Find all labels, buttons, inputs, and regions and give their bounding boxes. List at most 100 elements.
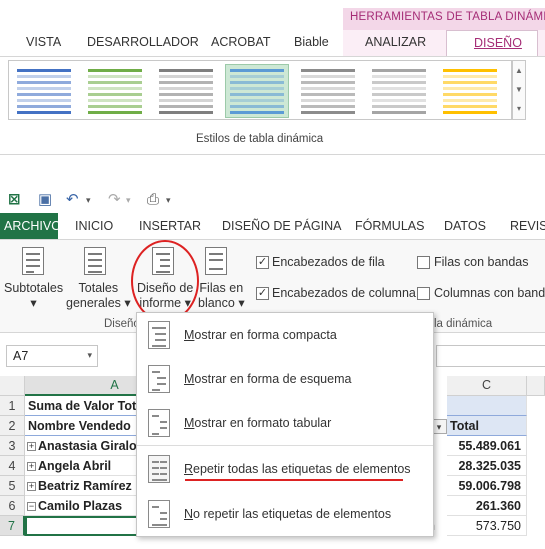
tab-biable[interactable]: Biable <box>294 35 329 49</box>
tab-insertar[interactable]: INSERTAR <box>139 219 201 233</box>
swatch-stripe <box>443 99 497 102</box>
columnas-banda-checkbox[interactable] <box>417 287 430 300</box>
cell-c3[interactable]: 55.489.061 <box>447 436 527 456</box>
swatch-stripe <box>159 105 213 108</box>
cell-c6[interactable]: 261.360 <box>447 496 527 516</box>
pivot-style-swatch[interactable] <box>13 65 75 117</box>
swatch-stripe <box>372 105 426 108</box>
swatch-stripe <box>301 99 355 102</box>
cell-a4-text: Angela Abril <box>38 459 112 473</box>
cell-c5[interactable]: 59.006.798 <box>447 476 527 496</box>
expand-icon[interactable]: + <box>27 462 36 471</box>
highlight-underline <box>185 479 403 481</box>
cell-c4[interactable]: 28.325.035 <box>447 456 527 476</box>
tab-archivo[interactable]: ARCHIVO <box>0 213 61 239</box>
expand-icon[interactable]: + <box>27 482 36 491</box>
row-number[interactable]: 7 <box>0 516 25 536</box>
encabezados-fila-checkbox[interactable]: ✓ <box>256 256 269 269</box>
tab-diseno-pagina[interactable]: DISEÑO DE PÁGINA <box>222 219 341 233</box>
menu-item-label: Mostrar en forma compacta <box>184 328 337 342</box>
menu-item-repeat-labels[interactable]: Repetir todas las etiquetas de elementos <box>137 449 433 489</box>
menu-separator <box>137 445 433 446</box>
tab-revisar[interactable]: REVISA <box>510 219 545 233</box>
swatch-stripe <box>372 93 426 96</box>
collapse-icon[interactable]: − <box>27 502 36 511</box>
menu-item-outline-form[interactable]: Mostrar en forma de esquema <box>137 359 433 399</box>
row-number[interactable]: 5 <box>0 476 25 496</box>
formula-bar[interactable] <box>436 345 545 367</box>
highlight-ellipse <box>131 240 199 322</box>
pivot-style-gallery[interactable] <box>8 60 512 120</box>
swatch-stripe <box>159 69 213 72</box>
chevron-down-icon[interactable]: ▾ <box>87 350 92 361</box>
pivot-style-swatch[interactable] <box>439 65 501 117</box>
cell-c2[interactable]: Total <box>447 416 527 436</box>
swatch-stripe <box>230 93 284 96</box>
column-header-c[interactable]: C <box>447 376 527 396</box>
menu-item-text: o repetir las etiquetas de elementos <box>193 507 392 521</box>
pivot-style-swatch[interactable] <box>155 65 217 117</box>
gallery-scroll-buttons[interactable]: ▲ ▼ ▾ <box>512 60 526 120</box>
cell-c1[interactable] <box>447 396 527 416</box>
subtotales-button[interactable]: Subtotales ▾ <box>4 281 63 311</box>
pivot-style-swatch[interactable] <box>297 65 359 117</box>
row-number[interactable]: 1 <box>0 396 25 416</box>
filas-en-blanco-button[interactable]: Filas en blanco ▾ <box>198 281 245 311</box>
menu-item-tabular-form[interactable]: Mostrar en formato tabular <box>137 403 433 443</box>
pivot-style-swatch[interactable] <box>84 65 146 117</box>
menu-item-label: No repetir las etiquetas de elementos <box>184 507 391 521</box>
quick-access-toolbar: ⊠ ▣ ↶ ▾ ↷ ▾ ⎙ ▾ <box>0 186 545 212</box>
swatch-stripe <box>17 99 71 102</box>
swatch-stripe <box>443 81 497 84</box>
group-label-estilos: Estilos de tabla dinámica <box>196 133 324 145</box>
totales-generales-button[interactable]: Totales generales ▾ <box>66 281 131 311</box>
undo-dropdown-icon[interactable]: ▾ <box>86 195 91 206</box>
pivot-style-swatch[interactable] <box>225 64 289 118</box>
select-all-corner[interactable] <box>0 376 25 396</box>
swatch-stripe <box>230 87 284 90</box>
filas-blanco-icon <box>205 247 227 275</box>
tab-inicio[interactable]: INICIO <box>75 219 113 233</box>
filas-bandas-checkbox[interactable] <box>417 256 430 269</box>
outline-form-icon <box>148 365 170 393</box>
menu-item-text: ostrar en forma compacta <box>194 328 337 342</box>
tab-acrobat[interactable]: ACROBAT <box>211 35 271 49</box>
pivot-style-swatch[interactable] <box>368 65 430 117</box>
tab-analizar[interactable]: ANALIZAR <box>365 35 426 49</box>
menu-accelerator: M <box>184 372 195 386</box>
swatch-stripe <box>17 105 71 108</box>
customize-toolbar-icon[interactable]: ▾ <box>166 195 171 206</box>
swatch-stripe <box>372 111 426 114</box>
redo-icon[interactable]: ↷ <box>108 190 121 208</box>
redo-dropdown-icon[interactable]: ▾ <box>126 195 131 206</box>
tab-vista[interactable]: VISTA <box>26 35 61 49</box>
row-number[interactable]: 2 <box>0 416 25 436</box>
save-icon[interactable]: ▣ <box>38 190 52 208</box>
row-number[interactable]: 6 <box>0 496 25 516</box>
swatch-stripe <box>230 69 284 72</box>
menu-item-compact-form[interactable]: Mostrar en forma compacta <box>137 315 433 355</box>
tab-desarrollador[interactable]: DESARROLLADOR <box>87 35 199 49</box>
row-number[interactable]: 3 <box>0 436 25 456</box>
menu-item-no-repeat-labels[interactable]: No repetir las etiquetas de elementos <box>137 494 433 534</box>
filas-label-1: Filas en <box>199 281 244 295</box>
row-number[interactable]: 4 <box>0 456 25 476</box>
swatch-stripe <box>159 87 213 90</box>
tab-diseno-pivot[interactable]: DISEÑO <box>446 30 538 57</box>
swatch-stripe <box>301 111 355 114</box>
swatch-stripe <box>443 87 497 90</box>
swatch-stripe <box>17 93 71 96</box>
expand-icon[interactable]: + <box>27 442 36 451</box>
cell-c7[interactable]: 573.750 <box>447 516 527 536</box>
encabezados-columna-checkbox[interactable]: ✓ <box>256 287 269 300</box>
name-box[interactable]: A7 ▾ <box>6 345 98 367</box>
print-preview-icon[interactable]: ⎙ <box>147 190 159 208</box>
tab-diseno-pivot-label: DISEÑO <box>474 36 522 50</box>
undo-icon[interactable]: ↶ <box>66 190 79 208</box>
encabezados-columna-label: Encabezados de columna <box>272 286 416 300</box>
tab-datos[interactable]: DATOS <box>444 219 486 233</box>
tab-formulas[interactable]: FÓRMULAS <box>355 219 424 233</box>
menu-item-text: epetir todas las etiquetas de elementos <box>193 462 411 476</box>
column-header-d[interactable] <box>527 376 545 396</box>
swatch-stripe <box>230 105 284 108</box>
